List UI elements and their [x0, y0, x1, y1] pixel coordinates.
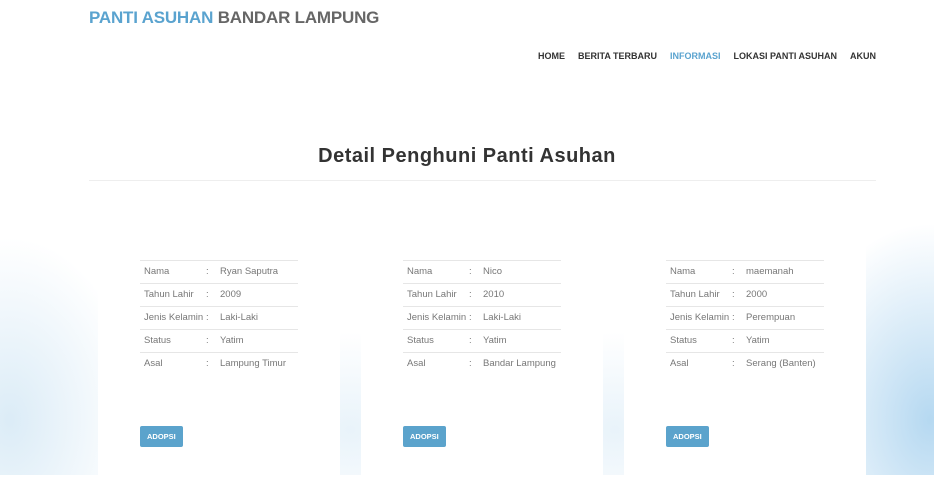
row-tahun-lahir: Tahun Lahir : 2000: [666, 283, 824, 306]
label-tahun-lahir: Tahun Lahir: [144, 289, 194, 300]
site-logo[interactable]: PANTI ASUHAN BANDAR LAMPUNG: [89, 8, 379, 28]
row-status: Status : Yatim: [140, 329, 298, 352]
row-tahun-lahir: Tahun Lahir : 2010: [403, 283, 561, 306]
label-status: Status: [144, 335, 171, 346]
separator: :: [732, 289, 735, 300]
value-tahun-lahir: 2009: [220, 289, 242, 300]
separator: :: [469, 289, 472, 300]
value-status: Yatim: [483, 335, 507, 346]
label-jenis-kelamin: Jenis Kelamin: [144, 312, 204, 323]
adopsi-button[interactable]: ADOPSI: [140, 426, 183, 447]
separator: :: [206, 358, 209, 369]
row-nama: Nama : Ryan Saputra: [140, 260, 298, 283]
label-asal: Asal: [144, 358, 163, 369]
value-status: Yatim: [220, 335, 244, 346]
nav-berita-terbaru[interactable]: BERITA TERBARU: [578, 51, 657, 61]
row-status: Status : Yatim: [403, 329, 561, 352]
label-status: Status: [670, 335, 697, 346]
separator: :: [469, 335, 472, 346]
row-asal: Asal : Lampung Timur: [140, 352, 298, 375]
row-nama: Nama : maemanah: [666, 260, 824, 283]
value-jenis-kelamin: Perempuan: [746, 312, 796, 323]
separator: :: [732, 266, 735, 277]
value-nama: maemanah: [746, 266, 794, 277]
row-jenis-kelamin: Jenis Kelamin : Laki-Laki: [140, 306, 298, 329]
label-asal: Asal: [407, 358, 426, 369]
label-nama: Nama: [407, 266, 433, 277]
child-detail-table: Nama : Ryan Saputra Tahun Lahir : 2009 J…: [140, 260, 298, 375]
nav-lokasi-panti-asuhan[interactable]: LOKASI PANTI ASUHAN: [734, 51, 838, 61]
child-detail-table: Nama : maemanah Tahun Lahir : 2000 Jenis…: [666, 260, 824, 375]
row-nama: Nama : Nico: [403, 260, 561, 283]
separator: :: [732, 312, 735, 323]
row-jenis-kelamin: Jenis Kelamin : Laki-Laki: [403, 306, 561, 329]
separator: :: [206, 289, 209, 300]
page-title: Detail Penghuni Panti Asuhan: [318, 145, 616, 167]
label-nama: Nama: [144, 266, 170, 277]
separator: :: [206, 312, 209, 323]
separator: :: [732, 358, 735, 369]
label-tahun-lahir: Tahun Lahir: [407, 289, 457, 300]
value-nama: Ryan Saputra: [220, 266, 279, 277]
label-jenis-kelamin: Jenis Kelamin: [670, 312, 730, 323]
child-card: Nama : Nico Tahun Lahir : 2010 Jenis Kel…: [361, 232, 603, 482]
nav-akun[interactable]: AKUN: [850, 51, 876, 61]
value-status: Yatim: [746, 335, 770, 346]
separator: :: [469, 358, 472, 369]
label-jenis-kelamin: Jenis Kelamin: [407, 312, 467, 323]
nav-informasi[interactable]: INFORMASI: [670, 51, 721, 61]
adopsi-button[interactable]: ADOPSI: [666, 426, 709, 447]
value-tahun-lahir: 2010: [483, 289, 505, 300]
separator: :: [206, 266, 209, 277]
value-nama: Nico: [483, 266, 503, 277]
label-tahun-lahir: Tahun Lahir: [670, 289, 720, 300]
value-jenis-kelamin: Laki-Laki: [483, 312, 522, 323]
value-asal: Bandar Lampung: [483, 358, 556, 369]
brand-part1: PANTI ASUHAN: [89, 8, 214, 27]
label-status: Status: [407, 335, 434, 346]
row-tahun-lahir: Tahun Lahir : 2009: [140, 283, 298, 306]
row-jenis-kelamin: Jenis Kelamin : Perempuan: [666, 306, 824, 329]
row-asal: Asal : Bandar Lampung: [403, 352, 561, 375]
row-asal: Asal : Serang (Banten): [666, 352, 824, 375]
value-jenis-kelamin: Laki-Laki: [220, 312, 259, 323]
child-detail-table: Nama : Nico Tahun Lahir : 2010 Jenis Kel…: [403, 260, 561, 375]
child-card: Nama : maemanah Tahun Lahir : 2000 Jenis…: [624, 232, 866, 482]
separator: :: [469, 312, 472, 323]
separator: :: [206, 335, 209, 346]
value-asal: Serang (Banten): [746, 358, 816, 369]
main-nav: HOME BERITA TERBARU INFORMASI LOKASI PAN…: [538, 51, 876, 61]
label-nama: Nama: [670, 266, 696, 277]
brand-part2: BANDAR LAMPUNG: [217, 8, 380, 27]
value-tahun-lahir: 2000: [746, 289, 768, 300]
label-asal: Asal: [670, 358, 689, 369]
value-asal: Lampung Timur: [220, 358, 287, 369]
separator: :: [732, 335, 735, 346]
child-card: Nama : Ryan Saputra Tahun Lahir : 2009 J…: [98, 232, 340, 482]
title-divider: [89, 180, 876, 181]
separator: :: [469, 266, 472, 277]
row-status: Status : Yatim: [666, 329, 824, 352]
adopsi-button[interactable]: ADOPSI: [403, 426, 446, 447]
nav-home[interactable]: HOME: [538, 51, 565, 61]
